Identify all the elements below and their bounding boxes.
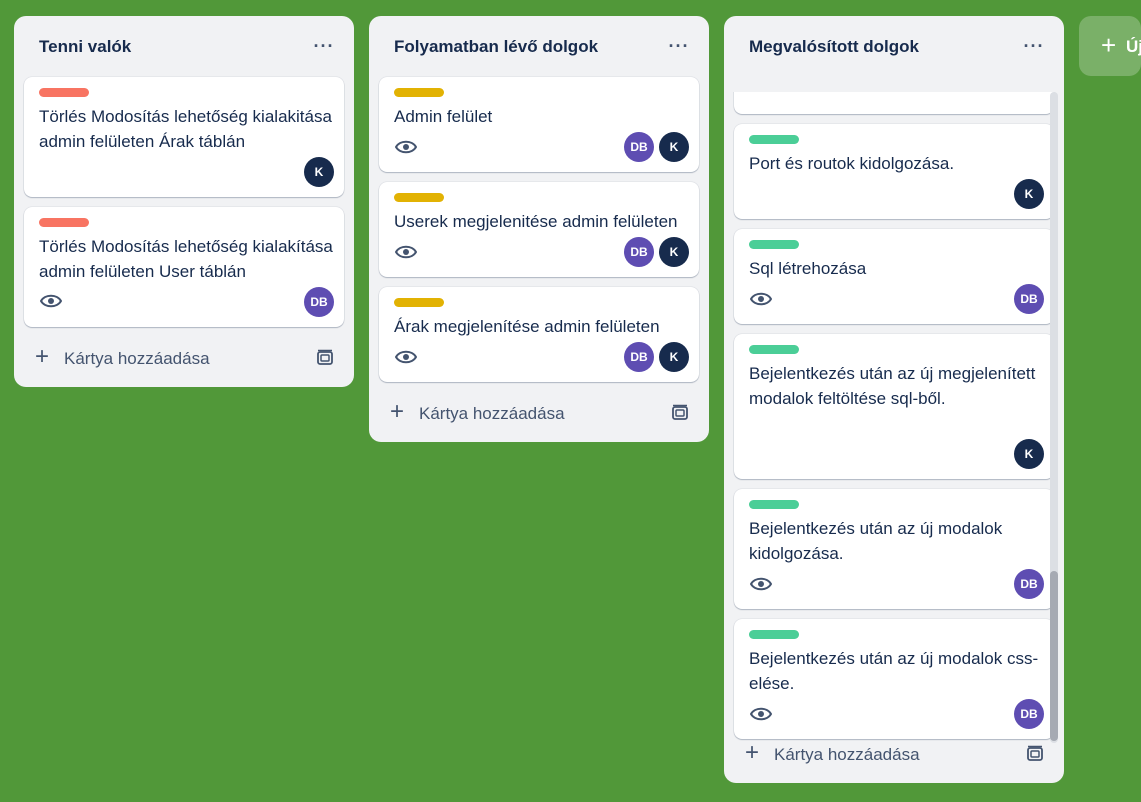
add-card-button[interactable]: + Kártya hozzáadása xyxy=(734,736,1054,772)
avatar[interactable]: K xyxy=(1014,439,1044,469)
eye-icon xyxy=(395,350,417,364)
avatar[interactable]: DB xyxy=(1014,699,1044,729)
list-header: Folyamatban lévő dolgok ··· xyxy=(369,16,709,76)
card-title: Árak megjelenítése admin felületen xyxy=(394,317,660,336)
eye-icon xyxy=(750,707,772,721)
card-title: Admin felület xyxy=(394,107,493,126)
list-title[interactable]: Tenni valók xyxy=(39,37,131,57)
card-template-icon[interactable] xyxy=(671,404,689,422)
avatar[interactable]: K xyxy=(659,132,689,162)
card-label[interactable] xyxy=(749,240,799,249)
avatar[interactable]: DB xyxy=(624,132,654,162)
card[interactable]: Árak megjelenítése admin felületen DB K xyxy=(379,287,699,382)
card-title: Bejelentkezés után az új modalok kidolgo… xyxy=(749,519,1003,563)
card-label[interactable] xyxy=(749,345,799,354)
card-title: Bejelentkezés után az új modalok css-elé… xyxy=(749,649,1039,693)
list-menu-button[interactable]: ··· xyxy=(663,32,695,60)
list-header: Tenni valók ··· xyxy=(14,16,354,76)
add-card-button[interactable]: + Kártya hozzáadása xyxy=(24,340,344,376)
avatar[interactable]: DB xyxy=(624,342,654,372)
card-label[interactable] xyxy=(394,193,444,202)
add-card-label: Kártya hozzáadása xyxy=(419,404,565,423)
eye-icon xyxy=(395,245,417,259)
plus-icon: + xyxy=(35,343,50,370)
card[interactable]: Bejelentkezés után az új modalok css-elé… xyxy=(734,619,1054,739)
card-members: K xyxy=(304,157,334,187)
card-label[interactable] xyxy=(749,500,799,509)
card[interactable]: Bejelentkezés után az új megjelenített m… xyxy=(734,334,1054,479)
add-card-label: Kártya hozzáadása xyxy=(774,745,920,764)
add-card-label: Kártya hozzáadása xyxy=(64,349,210,368)
plus-icon: + xyxy=(390,398,405,425)
list-menu-button[interactable]: ··· xyxy=(308,32,340,60)
card[interactable]: Userek megjelenitése admin felületen DB … xyxy=(379,182,699,277)
card-label[interactable] xyxy=(749,630,799,639)
card-members: DB xyxy=(1014,569,1044,599)
add-list-button[interactable]: + Új xyxy=(1079,16,1141,76)
board: Tenni valók ··· Törlés Modosítás lehetős… xyxy=(0,0,1141,802)
card-label[interactable] xyxy=(39,218,89,227)
avatar[interactable]: DB xyxy=(304,287,334,317)
card-title: Törlés Modosítás lehetőség kialakitása a… xyxy=(39,107,332,151)
card[interactable]: DB xyxy=(734,92,1054,114)
avatar[interactable]: DB xyxy=(624,237,654,267)
card[interactable]: Bejelentkezés után az új modalok kidolgo… xyxy=(734,489,1054,609)
card-members: K xyxy=(1014,439,1044,469)
list-menu-button[interactable]: ··· xyxy=(1018,32,1050,60)
card-members: DB K xyxy=(624,237,689,267)
avatar[interactable]: K xyxy=(304,157,334,187)
list-header: Megvalósított dolgok ··· xyxy=(724,16,1064,76)
eye-icon xyxy=(750,577,772,591)
plus-icon: + xyxy=(745,739,760,766)
card[interactable]: Törlés Modosítás lehetőség kialakítása a… xyxy=(24,207,344,327)
card-template-icon[interactable] xyxy=(316,349,334,367)
card-label[interactable] xyxy=(39,88,89,97)
card-members: DB K xyxy=(624,132,689,162)
card-title: Törlés Modosítás lehetőség kialakítása a… xyxy=(39,237,333,281)
avatar[interactable]: K xyxy=(659,237,689,267)
list-tenni-valok: Tenni valók ··· Törlés Modosítás lehetős… xyxy=(14,16,354,387)
card-members: DB K xyxy=(624,342,689,372)
card-label[interactable] xyxy=(749,135,799,144)
card-title: Bejelentkezés után az új megjelenített m… xyxy=(749,364,1036,408)
card-label[interactable] xyxy=(394,298,444,307)
list-title[interactable]: Folyamatban lévő dolgok xyxy=(394,37,598,57)
card-title: Sql létrehozása xyxy=(749,259,867,278)
add-card-button[interactable]: + Kártya hozzáadása xyxy=(379,395,699,431)
plus-icon: + xyxy=(1101,30,1117,60)
card[interactable]: Sql létrehozása DB xyxy=(734,229,1054,324)
list-title[interactable]: Megvalósított dolgok xyxy=(749,37,919,57)
avatar[interactable]: K xyxy=(659,342,689,372)
list-cards-scroll[interactable]: DB Port és routok kidolgozása. K Sql lét… xyxy=(724,92,1064,743)
add-list-label: Új xyxy=(1126,37,1141,56)
card-label[interactable] xyxy=(394,88,444,97)
list-scrollbar[interactable] xyxy=(1050,92,1058,743)
card-members: DB xyxy=(304,287,334,317)
card-title: Userek megjelenitése admin felületen xyxy=(394,212,678,231)
card[interactable]: Admin felület DB K xyxy=(379,77,699,172)
eye-icon xyxy=(395,140,417,154)
card-title: Port és routok kidolgozása. xyxy=(749,154,955,173)
card[interactable]: Törlés Modosítás lehetőség kialakitása a… xyxy=(24,77,344,197)
card[interactable]: Port és routok kidolgozása. K xyxy=(734,124,1054,219)
list-scrollbar-thumb[interactable] xyxy=(1050,571,1058,741)
list-folyamatban: Folyamatban lévő dolgok ··· Admin felüle… xyxy=(369,16,709,442)
list-megvalositott: Megvalósított dolgok ··· DB Port és rout… xyxy=(724,16,1064,783)
card-members: DB xyxy=(1014,284,1044,314)
eye-icon xyxy=(750,292,772,306)
eye-icon xyxy=(40,294,62,308)
card-members: DB xyxy=(1014,699,1044,729)
avatar[interactable]: DB xyxy=(1014,284,1044,314)
avatar[interactable]: K xyxy=(1014,179,1044,209)
card-template-icon[interactable] xyxy=(1026,745,1044,763)
card-members: K xyxy=(1014,179,1044,209)
avatar[interactable]: DB xyxy=(1014,569,1044,599)
